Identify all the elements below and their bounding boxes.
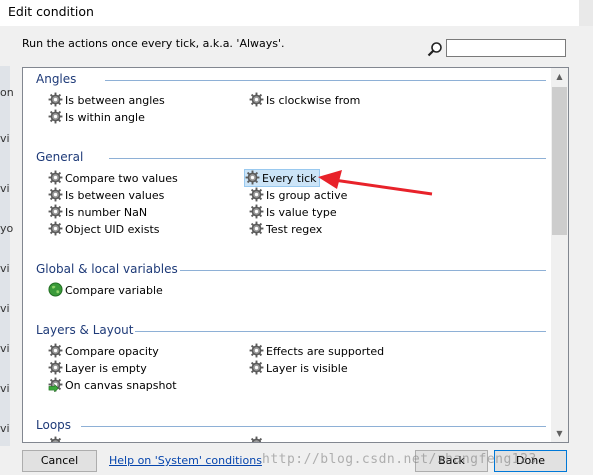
list-item[interactable]: Is clockwise from	[249, 92, 360, 108]
section-header-variables: Global & local variables	[36, 262, 178, 276]
cancel-button[interactable]: Cancel	[22, 450, 97, 472]
list-item-label: Layer is empty	[65, 362, 147, 375]
list-item[interactable]: Is value type	[249, 204, 337, 220]
section-divider	[105, 80, 546, 81]
list-item[interactable]: Is between values	[48, 187, 164, 203]
gear-icon	[48, 436, 63, 443]
gear-icon	[48, 360, 63, 375]
strip-text: vi	[0, 182, 10, 195]
section-header-angles: Angles	[36, 72, 77, 86]
list-item[interactable]: Is number NaN	[48, 204, 147, 220]
search-input[interactable]	[446, 39, 566, 57]
strip-text: vi	[0, 382, 10, 395]
list-item-selected[interactable]: Every tick	[244, 169, 320, 187]
watermark-text: http://blog.csdn.net/zhangfeng123	[262, 452, 537, 467]
strip-text: vi	[0, 302, 10, 315]
search-icon	[427, 42, 442, 57]
strip-text: yo	[0, 222, 14, 235]
list-item[interactable]: On canvas snapshot	[48, 377, 177, 393]
list-item[interactable]: Object UID exists	[48, 221, 160, 237]
list-item[interactable]: Layer is visible	[249, 360, 348, 376]
strip-text: vi	[0, 132, 10, 145]
gear-icon	[249, 360, 264, 375]
list-item-label: Effects are supported	[266, 345, 385, 358]
condition-list[interactable]: Angles Is between angles Is clockwise fr…	[22, 67, 569, 443]
gear-icon	[48, 109, 63, 124]
gear-icon	[48, 221, 63, 236]
gear-icon	[48, 170, 63, 185]
list-item[interactable]: Compare variable	[48, 282, 163, 298]
window-title: Edit condition	[8, 4, 94, 19]
trigger-gear-icon	[48, 377, 63, 392]
gear-icon	[249, 436, 264, 443]
gear-icon	[245, 170, 260, 185]
gear-icon	[249, 343, 264, 358]
gear-icon	[48, 92, 63, 107]
list-item-label: Is number NaN	[65, 206, 148, 219]
gear-icon	[48, 204, 63, 219]
gear-icon	[249, 204, 264, 219]
section-header-general: General	[36, 150, 84, 164]
vertical-scrollbar[interactable]: ▲ ▼	[551, 68, 568, 442]
strip-text: on	[0, 86, 14, 99]
list-item-label: Object UID exists	[65, 223, 160, 236]
list-item-label: Compare variable	[65, 284, 163, 297]
gear-icon	[48, 343, 63, 358]
list-item[interactable]: Layer is empty	[48, 360, 147, 376]
list-item-label: Every tick	[262, 172, 317, 185]
scroll-up-arrow-icon[interactable]: ▲	[551, 68, 568, 85]
gear-icon	[249, 92, 264, 107]
list-item[interactable]: Compare two values	[48, 170, 178, 186]
list-item-label: Is value type	[266, 206, 337, 219]
globe-icon	[48, 282, 63, 297]
list-item-label: Test regex	[266, 223, 323, 236]
background-window-strip: on vi vi yo vi vi vi vi vi	[0, 66, 14, 446]
list-item[interactable]: Compare opacity	[48, 343, 159, 359]
section-header-loops: Loops	[36, 418, 72, 432]
section-divider	[180, 270, 546, 271]
condition-description: Run the actions once every tick, a.k.a. …	[22, 37, 285, 50]
title-bar-edge	[579, 0, 593, 26]
list-item[interactable]: Effects are supported	[249, 343, 384, 359]
section-divider	[81, 426, 546, 427]
list-item-label: Is within angle	[65, 111, 145, 124]
section-header-layers: Layers & Layout	[36, 323, 134, 337]
help-link[interactable]: Help on 'System' conditions	[109, 454, 262, 467]
list-item-label: Is between values	[65, 189, 165, 202]
title-bar[interactable]: Edit condition	[0, 0, 593, 26]
gear-icon	[249, 187, 264, 202]
scroll-down-arrow-icon[interactable]: ▼	[551, 425, 568, 442]
list-item[interactable]: Is between angles	[48, 92, 165, 108]
list-item-label: Compare two values	[65, 172, 178, 185]
list-item-label: Is group active	[266, 189, 348, 202]
scroll-thumb[interactable]	[552, 87, 567, 235]
list-item[interactable]: Is within angle	[48, 109, 145, 125]
gear-icon	[249, 221, 264, 236]
list-item-label: On canvas snapshot	[65, 379, 177, 392]
list-item-label: Is clockwise from	[266, 94, 361, 107]
list-item[interactable]: Test regex	[249, 221, 322, 237]
list-item-label: Compare opacity	[65, 345, 159, 358]
list-item-label: Layer is visible	[266, 362, 348, 375]
list-item[interactable]: Is group active	[249, 187, 347, 203]
section-divider	[135, 331, 546, 332]
gear-icon	[48, 187, 63, 202]
strip-text: vi	[0, 422, 10, 435]
list-item-label: Is between angles	[65, 94, 165, 107]
section-divider	[109, 158, 546, 159]
strip-text: vi	[0, 342, 10, 355]
strip-text: vi	[0, 262, 10, 275]
